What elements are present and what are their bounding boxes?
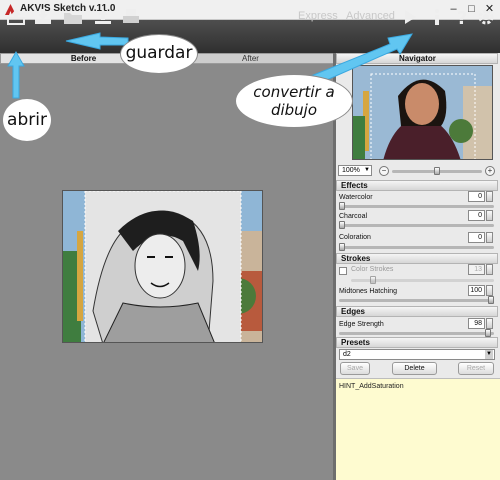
arrow-to-open-icon [7, 50, 25, 99]
annotation-open: abrir [2, 98, 52, 142]
annotation-save: guardar [120, 34, 198, 74]
annotation-convert: convertir a dibujo [235, 74, 353, 128]
arrow-to-save-icon [65, 32, 129, 50]
annotation-arrows [7, 32, 413, 99]
